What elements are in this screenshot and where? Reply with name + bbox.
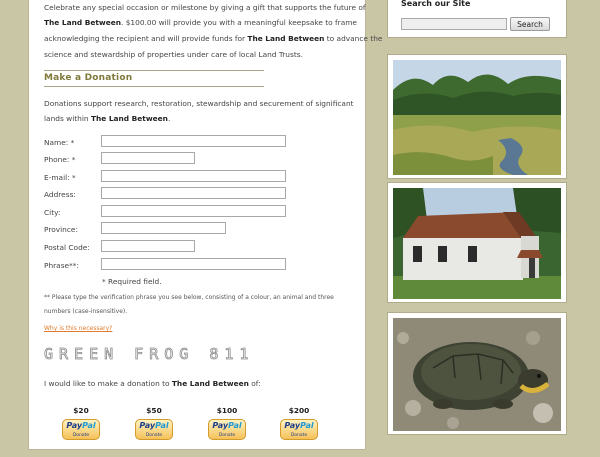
divider: [44, 70, 264, 71]
postal-code-field[interactable]: [101, 240, 195, 252]
paypal-donate-button-50[interactable]: PayPal Donate: [135, 419, 173, 440]
phrase-note-line-2: numbers (case-insensitive).: [44, 308, 128, 315]
search-button[interactable]: Search: [510, 17, 550, 31]
amount-label: $50: [146, 406, 162, 415]
amount-label: $200: [288, 406, 310, 415]
paypal-donate-label: Donate: [290, 433, 308, 438]
paypal-donate-button-100[interactable]: PayPal Donate: [208, 419, 246, 440]
postal-code-label: Postal Code:: [44, 243, 90, 252]
amount-label: $100: [216, 406, 238, 415]
phrase-label: Phrase**:: [44, 261, 79, 270]
schoolhouse-photo: [393, 188, 561, 299]
name-field[interactable]: [101, 135, 286, 147]
photo-frame: [387, 312, 567, 435]
photo-frame: [387, 54, 567, 179]
paypal-donate-button-200[interactable]: PayPal Donate: [280, 419, 318, 440]
city-field[interactable]: [101, 205, 286, 217]
amount-label: $20: [73, 406, 89, 415]
why-necessary-link[interactable]: Why is this necessary?: [44, 325, 112, 332]
search-input[interactable]: [401, 18, 507, 30]
divider: [44, 86, 264, 87]
address-label: Address:: [44, 190, 76, 199]
paypal-donate-label: Donate: [72, 433, 90, 438]
org-name: The Land Between: [44, 18, 122, 27]
intro-line-2: The Land Between. $100.00 will provide y…: [44, 18, 357, 27]
city-label: City:: [44, 208, 61, 217]
paypal-logo: PayPal: [212, 421, 242, 430]
turtle-photo: [393, 318, 561, 431]
phrase-note-line-1: ** Please type the verification phrase y…: [44, 294, 334, 301]
search-box: Search our Site Search: [387, 0, 567, 38]
donate-intro: I would like to make a donation to The L…: [44, 379, 261, 388]
intro-line-1: Celebrate any special occasion or milest…: [44, 3, 366, 12]
paypal-donate-button-20[interactable]: PayPal Donate: [62, 419, 100, 440]
photo-frame: [387, 182, 567, 303]
donation-desc-line-1: Donations support research, restoration,…: [44, 99, 354, 108]
email-field[interactable]: [101, 170, 286, 182]
main-content: Celebrate any special occasion or milest…: [28, 0, 382, 450]
required-note: * Required field.: [102, 277, 162, 286]
captcha-image: GREEN FROG 811: [44, 345, 255, 364]
paypal-logo: PayPal: [66, 421, 96, 430]
phone-field[interactable]: [101, 152, 195, 164]
phrase-field[interactable]: [101, 258, 286, 270]
donation-desc-line-2: lands within The Land Between.: [44, 114, 171, 123]
address-field[interactable]: [101, 187, 286, 199]
province-label: Province:: [44, 225, 78, 234]
intro-line-3: acknowledging the recipient and will pro…: [44, 34, 383, 43]
email-label: E-mail: *: [44, 173, 76, 182]
donation-heading: Make a Donation: [44, 73, 133, 83]
paypal-logo: PayPal: [284, 421, 314, 430]
intro-line-4: science and stewardship of properties un…: [44, 50, 303, 59]
org-name: The Land Between: [90, 114, 168, 123]
wetland-photo: [393, 60, 561, 175]
paypal-logo: PayPal: [139, 421, 169, 430]
paypal-donate-label: Donate: [218, 433, 236, 438]
paypal-donate-label: Donate: [145, 433, 163, 438]
name-label: Name: *: [44, 138, 75, 147]
org-name: The Land Between: [171, 379, 249, 388]
search-title: Search our Site: [401, 0, 471, 8]
phone-label: Phone: *: [44, 155, 76, 164]
org-name: The Land Between: [247, 34, 325, 43]
province-field[interactable]: [101, 222, 226, 234]
